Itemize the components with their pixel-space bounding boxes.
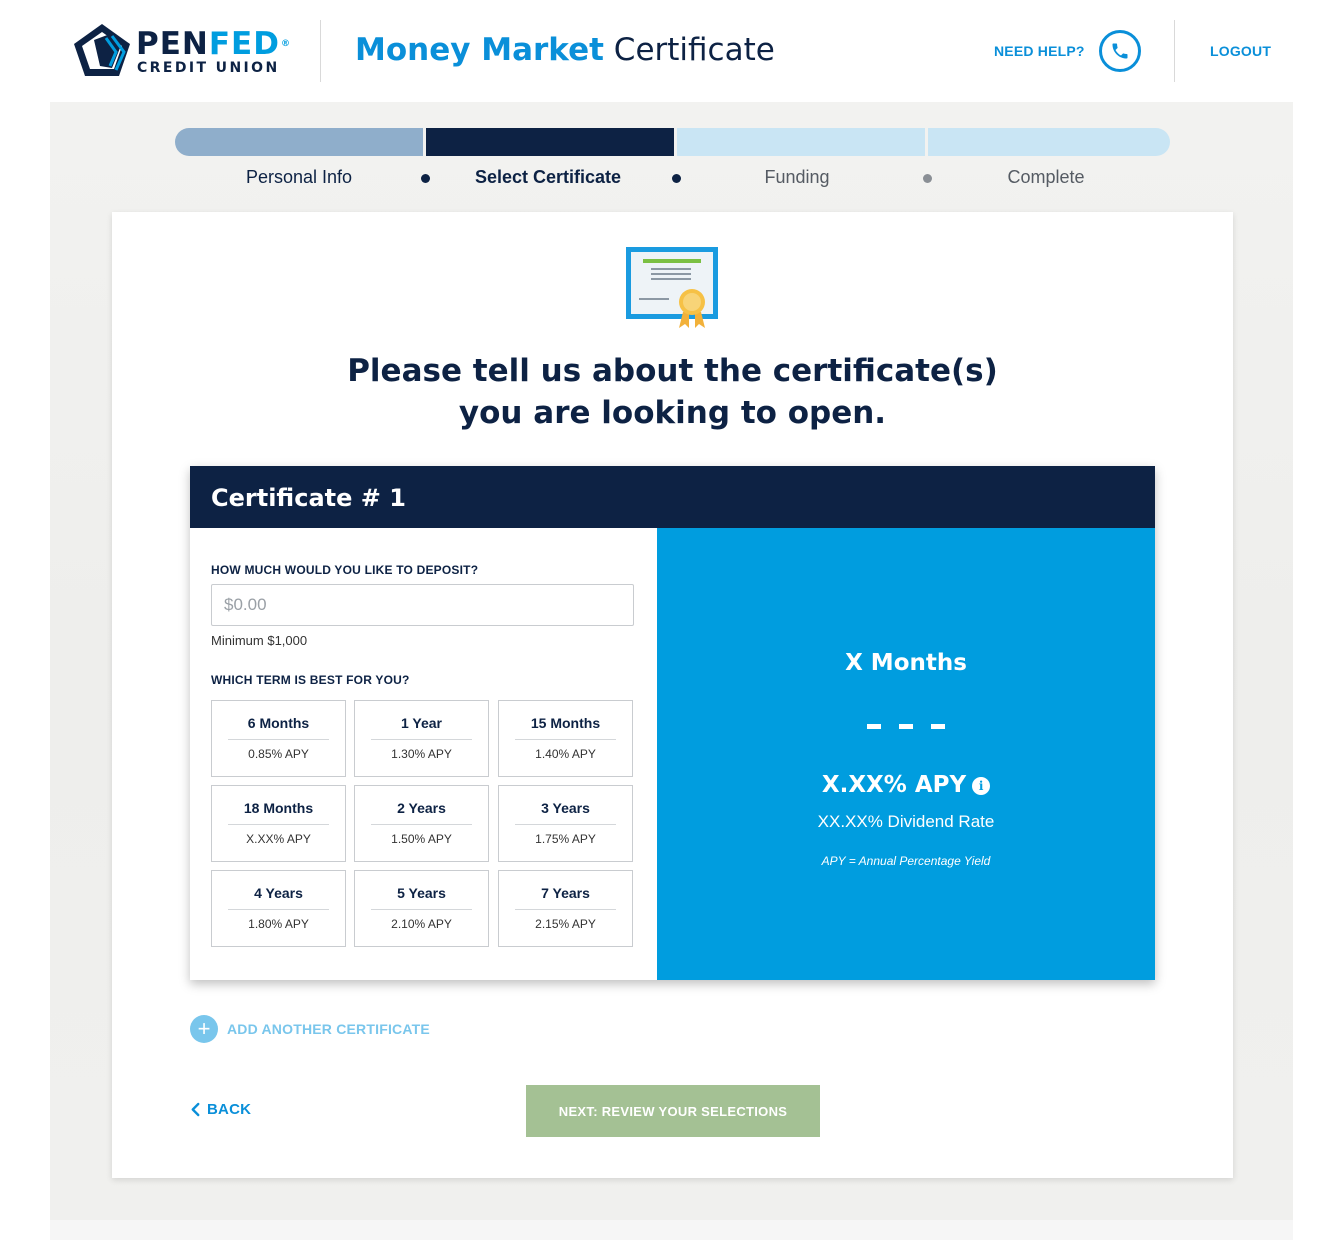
term-question: WHICH TERM IS BEST FOR YOU? — [211, 673, 410, 687]
phone-button[interactable] — [1099, 30, 1141, 72]
header-divider-right — [1174, 20, 1175, 82]
term-name: 5 Years — [397, 885, 446, 901]
logo-subtitle: CREDIT UNION — [137, 60, 280, 76]
step-funding: Funding — [764, 167, 830, 187]
add-another-certificate-button[interactable]: + ADD ANOTHER CERTIFICATE — [190, 1015, 430, 1043]
term-divider — [515, 739, 616, 740]
logo-fed-text: FED — [208, 26, 280, 62]
term-divider — [371, 739, 472, 740]
site-header: PENFED® CREDIT UNION Money Market Certif… — [0, 0, 1342, 102]
term-option-3-years[interactable]: 3 Years 1.75% APY — [498, 785, 633, 862]
term-name: 18 Months — [243, 800, 314, 816]
page-background-bottom — [50, 1220, 1293, 1240]
term-divider — [228, 909, 329, 910]
step-personal-info[interactable]: Personal Info — [175, 166, 423, 188]
term-name: 4 Years — [254, 885, 303, 901]
next-review-selections-button[interactable]: NEXT: REVIEW YOUR SELECTIONS — [526, 1085, 820, 1137]
term-apy: 1.40% APY — [535, 747, 596, 761]
term-apy: 1.30% APY — [391, 747, 452, 761]
main-heading: Please tell us about the certificate(s) … — [112, 350, 1233, 434]
term-apy: 0.85% APY — [248, 747, 309, 761]
main-heading-line2: you are looking to open. — [458, 395, 887, 431]
back-button[interactable]: BACK — [190, 1101, 251, 1118]
summary-term: X Months — [845, 650, 967, 676]
term-option-7-years[interactable]: 7 Years 2.15% APY — [498, 870, 633, 947]
progress-segment-select-certificate — [426, 128, 674, 156]
page-title: Money Market Certificate — [355, 30, 775, 70]
term-apy: 1.75% APY — [535, 832, 596, 846]
term-divider — [371, 909, 472, 910]
info-icon[interactable]: i — [972, 776, 991, 795]
page-title-bold: Money Market — [355, 32, 604, 68]
term-name: 6 Months — [247, 715, 310, 731]
term-divider — [515, 909, 616, 910]
chevron-left-icon — [191, 1102, 200, 1117]
term-name: 7 Years — [541, 885, 590, 901]
step-complete: Complete — [1007, 167, 1085, 187]
certificate-title: Certificate # 1 — [211, 484, 406, 512]
term-option-2-years[interactable]: 2 Years 1.50% APY — [354, 785, 489, 862]
term-apy: 1.50% APY — [391, 832, 452, 846]
term-name: 3 Years — [541, 800, 590, 816]
logo-pen-text: PEN — [136, 26, 209, 62]
deposit-amount-input[interactable] — [211, 584, 634, 626]
summary-apy-note: APY = Annual Percentage Yield — [821, 854, 991, 868]
term-apy: 2.10% APY — [391, 917, 452, 931]
term-name: 15 Months — [530, 715, 601, 731]
summary-apy: X.XX% APY i — [657, 772, 1155, 798]
penfed-logo[interactable]: PENFED® CREDIT UNION — [72, 22, 292, 82]
certificate-panel: Certificate # 1 HOW MUCH WOULD YOU LIKE … — [190, 466, 1155, 980]
term-divider — [371, 824, 472, 825]
summary-dividend-rate: XX.XX% Dividend Rate — [817, 812, 995, 831]
logo-wordmark: PENFED® — [136, 28, 291, 60]
certificate-summary: X Months X.XX% APY i XX.XX% Dividend Rate… — [657, 528, 1155, 980]
deposit-question: HOW MUCH WOULD YOU LIKE TO DEPOSIT? — [211, 563, 479, 577]
term-option-5-years[interactable]: 5 Years 2.10% APY — [354, 870, 489, 947]
certificate-icon — [626, 247, 718, 328]
term-option-1-year[interactable]: 1 Year 1.30% APY — [354, 700, 489, 777]
header-divider — [320, 20, 321, 82]
back-label: BACK — [207, 1101, 252, 1118]
term-divider — [228, 739, 329, 740]
summary-apy-value: X.XX% APY — [821, 772, 967, 798]
progress-segment-personal-info — [175, 128, 423, 156]
term-divider — [228, 824, 329, 825]
term-option-15-months[interactable]: 15 Months 1.40% APY — [498, 700, 633, 777]
term-option-4-years[interactable]: 4 Years 1.80% APY — [211, 870, 346, 947]
logout-link[interactable]: LOGOUT — [1210, 43, 1271, 59]
main-heading-line1: Please tell us about the certificate(s) — [347, 353, 998, 389]
step-select-certificate[interactable]: Select Certificate — [424, 166, 672, 188]
logo-registered-mark: ® — [280, 39, 291, 49]
term-option-6-months[interactable]: 6 Months 0.85% APY — [211, 700, 346, 777]
deposit-minimum-note: Minimum $1,000 — [211, 633, 308, 648]
penfed-pentagon-icon — [74, 24, 130, 76]
term-apy: 2.15% APY — [535, 917, 596, 931]
term-option-18-months[interactable]: 18 Months X.XX% APY — [211, 785, 346, 862]
term-name: 1 Year — [400, 715, 442, 731]
term-apy: 1.80% APY — [248, 917, 309, 931]
term-apy: X.XX% APY — [246, 832, 311, 846]
plus-icon: + — [190, 1015, 218, 1043]
certificate-form: HOW MUCH WOULD YOU LIKE TO DEPOSIT? Mini… — [190, 528, 657, 980]
add-another-certificate-label: ADD ANOTHER CERTIFICATE — [227, 1021, 430, 1037]
progress-segment-funding — [677, 128, 925, 156]
page-title-rest: Certificate — [613, 32, 775, 68]
summary-placeholder-dashes — [657, 716, 1155, 734]
certificate-header: Certificate # 1 — [190, 466, 1155, 528]
phone-icon — [1112, 43, 1128, 59]
progress-segment-complete — [928, 128, 1170, 156]
need-help-link[interactable]: NEED HELP? — [994, 43, 1085, 59]
term-name: 2 Years — [397, 800, 446, 816]
term-divider — [515, 824, 616, 825]
